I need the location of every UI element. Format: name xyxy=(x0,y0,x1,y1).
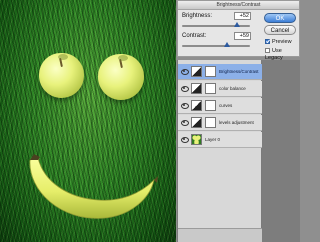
legacy-check-icon[interactable] xyxy=(265,48,270,53)
layer-mask-thumbnail xyxy=(205,83,216,94)
layer-mask-thumbnail xyxy=(205,100,216,111)
brightness-contrast-dialog: Brightness/Contrast Brightness: +52 Cont… xyxy=(177,0,301,61)
right-apple-eye xyxy=(98,54,144,100)
layer-label: Brightness/Contrast xyxy=(219,69,259,74)
layer-row[interactable]: Brightness/Contrast xyxy=(178,64,263,80)
eye-icon[interactable] xyxy=(181,103,189,109)
contrast-slider[interactable] xyxy=(182,42,250,47)
banana-smile xyxy=(20,150,160,230)
adjustment-icon xyxy=(191,117,202,128)
image-canvas[interactable] xyxy=(0,0,176,242)
eye-icon[interactable] xyxy=(181,137,189,143)
contrast-slider-thumb[interactable] xyxy=(224,42,230,47)
brightness-value-field[interactable]: +52 xyxy=(234,12,251,20)
preview-label: Preview xyxy=(272,39,292,45)
layers-panel: Brightness/Contrast color balance curves… xyxy=(177,60,263,242)
adjustment-icon xyxy=(191,83,202,94)
brightness-label: Brightness: xyxy=(182,13,213,19)
contrast-value-field[interactable]: +59 xyxy=(234,32,251,40)
preview-check-icon[interactable] xyxy=(265,39,270,44)
brightness-slider[interactable] xyxy=(182,22,250,27)
left-apple-eye xyxy=(39,53,84,98)
layers-panel-footer xyxy=(178,228,263,242)
dialog-title: Brightness/Contrast xyxy=(178,1,299,10)
adjustment-icon xyxy=(191,66,202,77)
workspace-background xyxy=(262,60,300,242)
layer-label: Layer 0 xyxy=(205,137,221,142)
layer-row[interactable]: levels adjustment xyxy=(178,115,263,131)
preview-checkbox[interactable]: Preview xyxy=(265,39,301,46)
eye-icon[interactable] xyxy=(181,86,189,92)
use-legacy-checkbox[interactable]: Use Legacy xyxy=(265,48,301,61)
layer-row[interactable]: color balance xyxy=(178,81,263,97)
layer-mask-thumbnail xyxy=(205,117,216,128)
eye-icon[interactable] xyxy=(181,120,189,126)
cancel-button[interactable]: Cancel xyxy=(264,25,296,35)
layer-mask-thumbnail xyxy=(205,66,216,77)
layer-label: levels adjustment xyxy=(219,120,254,125)
brightness-slider-thumb[interactable] xyxy=(234,22,240,27)
layer-row[interactable]: Layer 0 xyxy=(178,132,263,148)
photo-thumbnail xyxy=(191,134,202,145)
adjustment-icon xyxy=(191,100,202,111)
layer-label: curves xyxy=(219,103,233,108)
eye-icon[interactable] xyxy=(181,69,189,75)
layer-label: color balance xyxy=(219,86,246,91)
layer-row[interactable]: curves xyxy=(178,98,263,114)
contrast-label: Contrast: xyxy=(182,33,207,39)
ok-button[interactable]: OK xyxy=(264,13,296,23)
